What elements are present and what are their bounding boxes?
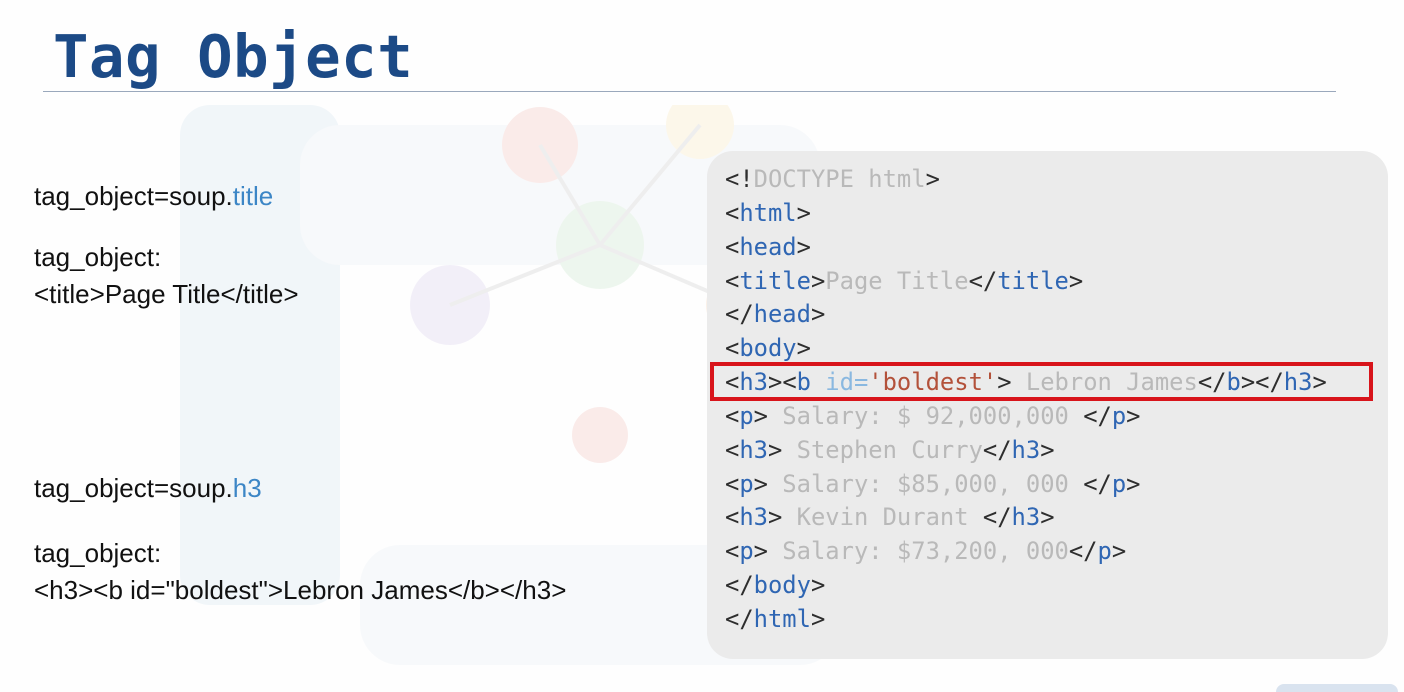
code-line-h3-curry: <h3> Stephen Curry</h3> xyxy=(725,436,1055,464)
code-line-html-close: </html> xyxy=(725,605,826,633)
code-line-p-salary-3: <p> Salary: $73,200, 000</p> xyxy=(725,537,1127,565)
example-2-label: tag_object: xyxy=(34,538,162,568)
example-1-code: tag_object=soup.title xyxy=(34,178,273,215)
code-line-title: <title>Page Title</title> xyxy=(725,267,1084,295)
code-line-html-open: <html> xyxy=(725,199,811,227)
code-line-head-close: </head> xyxy=(725,300,826,328)
example-1-label: tag_object: xyxy=(34,242,162,272)
code-line-doctype: <!DOCTYPE html> xyxy=(725,165,940,193)
example-2-code-attr: h3 xyxy=(232,473,262,503)
example-2-result: <h3><b id="boldest">Lebron James</b></h3… xyxy=(34,575,567,605)
example-1-code-attr: title xyxy=(232,181,274,211)
example-2-code-prefix: tag_object=soup. xyxy=(34,473,233,503)
example-2-code: tag_object=soup.h3 xyxy=(34,470,262,507)
code-line-p-salary-1: <p> Salary: $ 92,000,000 </p> xyxy=(725,402,1141,430)
example-1-code-prefix: tag_object=soup. xyxy=(34,181,233,211)
code-line-body-close: </body> xyxy=(725,571,826,599)
slide-title: Tag Object xyxy=(53,22,414,91)
title-divider xyxy=(43,91,1336,92)
code-line-h3-durant: <h3> Kevin Durant </h3> xyxy=(725,503,1055,531)
code-line-p-salary-2: <p> Salary: $85,000, 000 </p> xyxy=(725,470,1141,498)
code-line-body-open: <body> xyxy=(725,334,811,362)
example-1-result: <title>Page Title</title> xyxy=(34,279,299,309)
highlight-box xyxy=(710,362,1373,401)
code-line-head-open: <head> xyxy=(725,233,811,261)
slide: Tag Object tag_object=soup.title tag_obj… xyxy=(0,0,1404,692)
corner-tab xyxy=(1276,684,1398,692)
